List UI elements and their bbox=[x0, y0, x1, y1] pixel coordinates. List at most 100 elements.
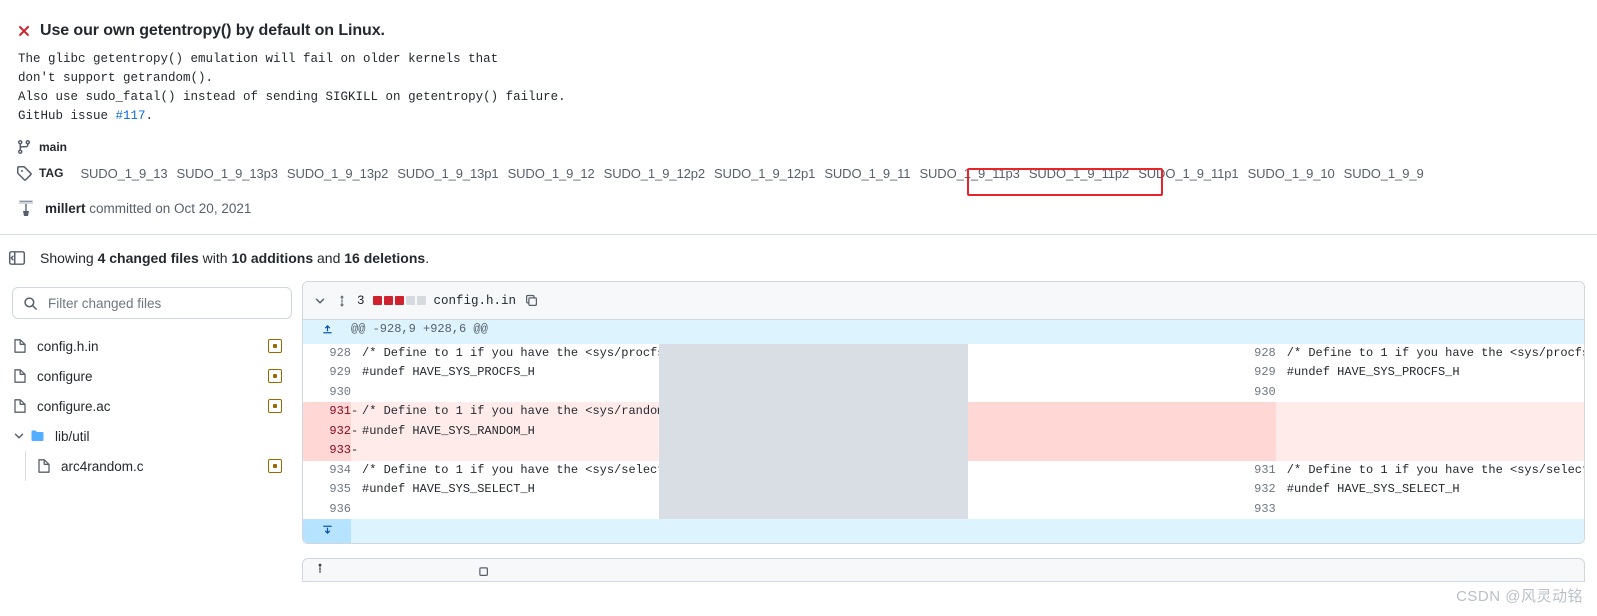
showing-mid: with bbox=[198, 250, 232, 266]
issue-link[interactable]: #117 bbox=[116, 109, 146, 123]
search-icon bbox=[23, 296, 38, 311]
expand-down-icon bbox=[303, 519, 351, 539]
author-name[interactable]: millert bbox=[45, 201, 86, 216]
sidebar-toggle-icon[interactable] bbox=[8, 249, 26, 267]
diff-code-left: #undef HAVE_SYS_SELECT_H bbox=[351, 480, 659, 500]
diff-code-left: - bbox=[351, 441, 660, 461]
diff-row-deletion: 931 -/* Define to 1 if you have the <sys… bbox=[303, 402, 1584, 461]
diffstat-squares bbox=[372, 296, 426, 305]
diff-code-right: /* Define to 1 if you have the <sys/proc… bbox=[1276, 344, 1584, 364]
line-number-right: 933 bbox=[967, 499, 1276, 520]
watermark: CSDN @风灵动铭 bbox=[1456, 588, 1583, 605]
refs-block: main TAG SUDO_1_9_13 SUDO_1_9_13p3 SUDO_… bbox=[0, 126, 1597, 184]
expand-down-button[interactable] bbox=[303, 519, 351, 543]
tag-item[interactable]: SUDO_1_9_12 bbox=[508, 166, 595, 181]
changed-files-summary: Showing 4 changed files with 10 addition… bbox=[0, 235, 1597, 281]
sidebar-item-configure-ac[interactable]: configure.ac bbox=[12, 391, 292, 421]
author-committed-text: committed on Oct 20, 2021 bbox=[85, 200, 252, 216]
filter-changed-files-box[interactable] bbox=[12, 287, 292, 319]
tag-item[interactable]: SUDO_1_9_11p3 bbox=[919, 166, 1019, 181]
tag-item[interactable]: SUDO_1_9_10 bbox=[1248, 166, 1335, 181]
tag-item[interactable]: SUDO_1_9_13p3 bbox=[177, 166, 278, 181]
line-number-right: 931 bbox=[967, 460, 1276, 481]
tag-item[interactable]: SUDO_1_9_12p2 bbox=[604, 166, 705, 181]
avatar[interactable] bbox=[16, 198, 36, 218]
tag-item[interactable]: SUDO_1_9_12p1 bbox=[714, 166, 815, 181]
diffstat-count: 3 bbox=[357, 293, 365, 308]
diff-code-right bbox=[1276, 500, 1584, 520]
tag-item[interactable]: SUDO_1_9_11p2 bbox=[1029, 166, 1129, 181]
diff-row-context: 929 #undef HAVE_SYS_PROCFS_H 929 #undef … bbox=[303, 363, 1584, 383]
showing-and: and bbox=[313, 250, 345, 266]
line-number-right: 930 bbox=[967, 382, 1276, 403]
line-number-left: 933 bbox=[303, 441, 351, 461]
unfold-icon[interactable] bbox=[335, 294, 349, 308]
sidebar-item-label: lib/util bbox=[55, 428, 90, 444]
diff-code-left bbox=[351, 500, 659, 520]
next-diff-file-panel[interactable] bbox=[302, 558, 1585, 582]
line-number-left: 929 bbox=[303, 363, 351, 383]
chevron-down-icon bbox=[12, 429, 26, 443]
expand-up-button[interactable] bbox=[303, 320, 351, 344]
line-number-left: 932 bbox=[303, 421, 351, 442]
deletions-count: 16 deletions bbox=[344, 250, 426, 266]
file-tree: config.h.in configure configure.ac lib/u… bbox=[12, 331, 292, 481]
commit-desc-line-4: GitHub issue bbox=[18, 109, 116, 123]
tag-item[interactable]: SUDO_1_9_9 bbox=[1344, 166, 1424, 181]
diff-code-text: #undef HAVE_SYS_SELECT_H bbox=[362, 482, 535, 497]
sidebar-item-arc4random-c[interactable]: arc4random.c bbox=[12, 451, 292, 481]
tag-label: TAG bbox=[39, 166, 64, 180]
diff-filename[interactable]: config.h.in bbox=[434, 294, 517, 308]
tag-item[interactable]: SUDO_1_9_13 bbox=[80, 166, 167, 181]
diff-code-text: #undef HAVE_SYS_PROCFS_H bbox=[362, 365, 535, 380]
showing-prefix: Showing bbox=[40, 250, 98, 266]
chevron-down-icon[interactable] bbox=[313, 294, 327, 308]
tag-item[interactable]: SUDO_1_9_13p2 bbox=[287, 166, 388, 181]
commit-desc-line-3: Also use sudo_fatal() instead of sending… bbox=[18, 90, 566, 104]
additions-count: 10 additions bbox=[231, 250, 314, 266]
diff-split-separator bbox=[659, 441, 968, 461]
showing-suffix: . bbox=[425, 250, 430, 266]
diff-split-separator bbox=[659, 421, 968, 442]
diff-file-panel: 3 config.h.in @@ -928,9 +928,6 @@ 928 /*… bbox=[302, 281, 1585, 544]
diff-marker: - bbox=[351, 404, 359, 419]
status-badge bbox=[268, 459, 282, 473]
sidebar-item-configure[interactable]: configure bbox=[12, 361, 292, 391]
diff-code-left bbox=[351, 383, 659, 403]
diffstat-square bbox=[383, 296, 393, 305]
diffstat-square bbox=[416, 296, 426, 305]
branch-name[interactable]: main bbox=[39, 140, 67, 154]
tag-list: SUDO_1_9_13 SUDO_1_9_13p3 SUDO_1_9_13p2 … bbox=[80, 166, 1423, 181]
copy-icon[interactable] bbox=[475, 563, 490, 578]
sidebar-item-label: configure.ac bbox=[37, 398, 111, 414]
line-number-left: 928 bbox=[303, 343, 351, 364]
status-badge bbox=[268, 399, 282, 413]
line-number-left: 934 bbox=[303, 460, 351, 481]
page-title: Use our own getentropy() by default on L… bbox=[40, 22, 385, 39]
diff-code-text: /* Define to 1 if you have the <sys/sele… bbox=[362, 462, 659, 477]
tag-item[interactable]: SUDO_1_9_11 bbox=[824, 166, 910, 181]
line-number-right: 929 bbox=[967, 363, 1276, 383]
unfold-icon[interactable] bbox=[313, 562, 327, 579]
tag-icon bbox=[16, 165, 32, 181]
commit-title-row: Use our own getentropy() by default on L… bbox=[16, 22, 1581, 40]
expand-up-icon bbox=[303, 320, 351, 340]
tag-row: TAG SUDO_1_9_13 SUDO_1_9_13p3 SUDO_1_9_1… bbox=[16, 162, 1581, 184]
commit-description: The glibc getentropy() emulation will fa… bbox=[18, 50, 1581, 126]
sidebar-item-config-h-in[interactable]: config.h.in bbox=[12, 331, 292, 361]
x-circle-fail-icon[interactable] bbox=[16, 23, 32, 39]
sidebar-item-lib-util[interactable]: lib/util bbox=[12, 421, 292, 451]
diff-marker: - bbox=[351, 423, 359, 438]
diff-code-text: /* Define to 1 if you have the <sys/rand… bbox=[362, 404, 659, 419]
diffstat-square bbox=[405, 296, 415, 305]
copy-icon[interactable] bbox=[524, 293, 539, 308]
diff-expand-bottom-area[interactable] bbox=[351, 519, 1584, 543]
diffstat-square bbox=[372, 296, 382, 305]
diff-code-text: /* Define to 1 if you have the <sys/sele… bbox=[1286, 462, 1584, 477]
tag-item[interactable]: SUDO_1_9_11p1 bbox=[1138, 166, 1238, 181]
diff-code-text: #undef HAVE_SYS_PROCFS_H bbox=[1286, 365, 1460, 380]
issue-suffix: . bbox=[145, 109, 154, 123]
search-input[interactable] bbox=[46, 294, 281, 312]
tag-item[interactable]: SUDO_1_9_13p1 bbox=[397, 166, 498, 181]
diff-row-context: 934 /* Define to 1 if you have the <sys/… bbox=[303, 460, 1584, 481]
